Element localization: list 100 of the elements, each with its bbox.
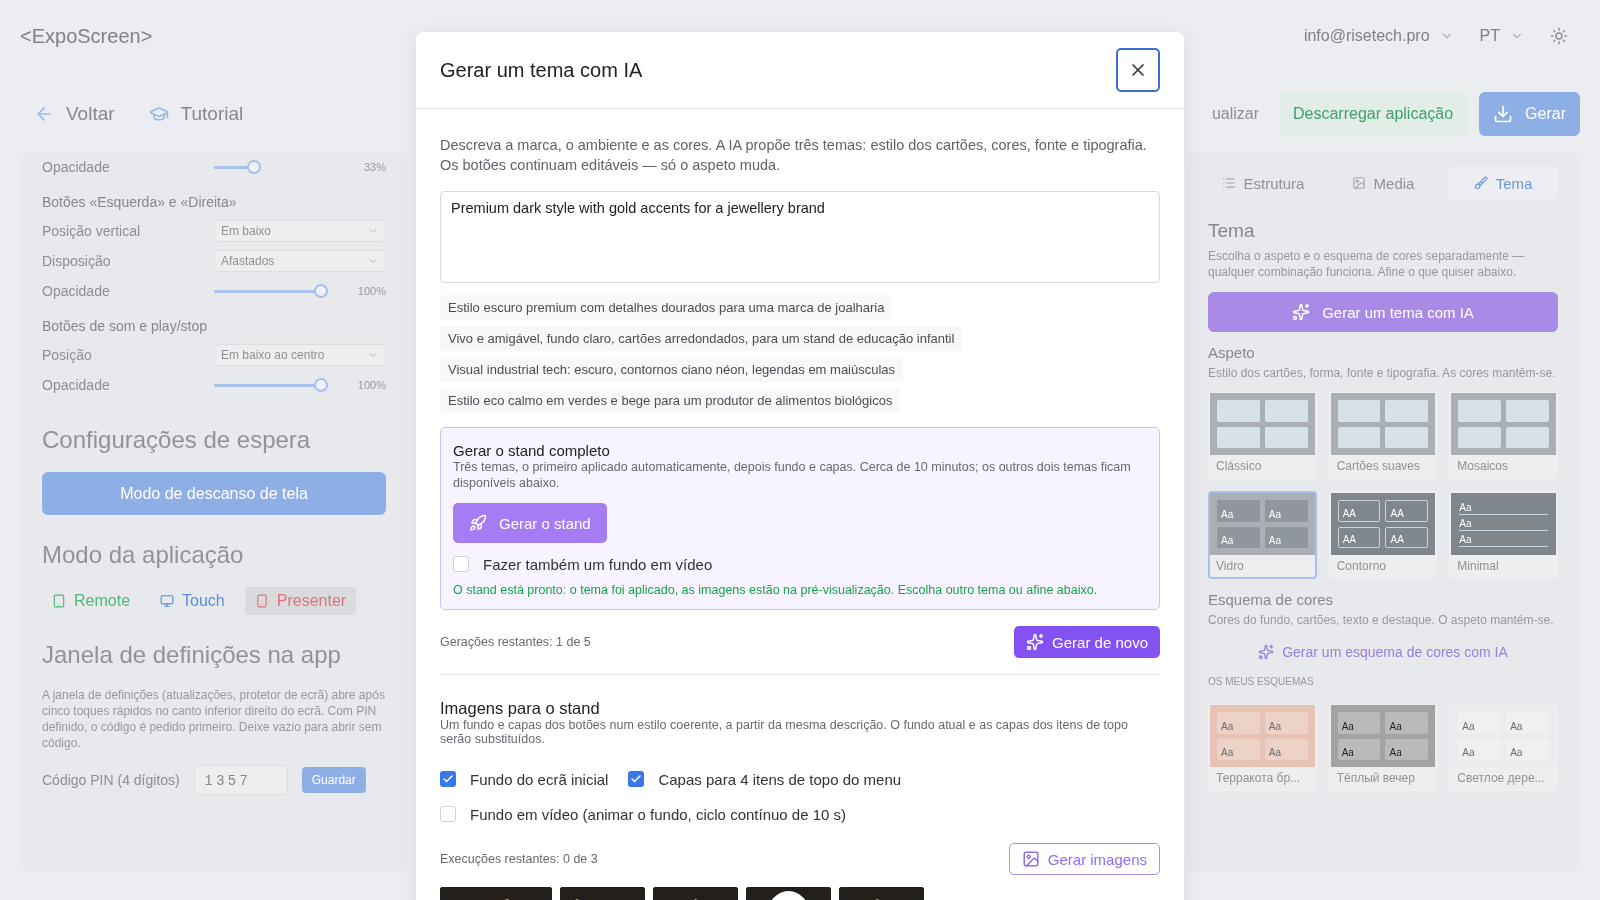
generate-stand-button[interactable]: Gerar o stand <box>453 503 607 543</box>
style-card[interactable]: Aa Aa Aa Aa Vidro <box>1208 491 1317 579</box>
dialog-intro: Descreva a marca, o ambiente e as cores. A IA propõe três temas: estilo dos cartões, cores, fonte e tipografia. Os botões continuam editáveis — só o aspeto muda. <box>440 136 1148 175</box>
checkbox[interactable] <box>440 771 456 787</box>
generate-button[interactable]: Gerar <box>1479 92 1580 136</box>
sample-text: Aa <box>1462 721 1475 732</box>
select-field[interactable]: Em baixo ao centro <box>214 344 386 366</box>
checkbox-label: Capas para 4 itens de topo do menu <box>658 770 902 788</box>
language-menu[interactable]: PT <box>1479 27 1524 45</box>
mode-tab[interactable]: Touch <box>150 587 235 615</box>
field-label: Opacidade <box>42 377 111 393</box>
panel-tab[interactable]: Media <box>1328 166 1438 200</box>
style-card[interactable]: AA AA AA AA Contorno <box>1328 491 1438 579</box>
slider-thumb[interactable] <box>247 160 261 174</box>
section-description: A janela de definições (atualizações, protetor de ecrã) abre após cinco toques rápidos no canto inferior direito do ecrã. Com PIN definido, o código é pedido primeiro. Deixe vazio para abrir sem código. <box>42 687 386 751</box>
style-card[interactable]: Mosaicos <box>1449 391 1558 479</box>
phone-icon <box>254 594 269 608</box>
rocket-icon <box>469 514 487 532</box>
scheme-card[interactable]: Aa Aa Aa Aa Тёплый вечер <box>1328 703 1438 791</box>
section-label: OS MEUS ESQUEMAS <box>1208 676 1315 687</box>
sample-text: Aa <box>1341 748 1354 758</box>
checkbox-label: Fundo do ecrã inicial <box>470 770 609 788</box>
sample-text: Aa <box>1221 748 1234 758</box>
panel-tab[interactable]: Tema <box>1448 166 1558 200</box>
slider-reading: 100% <box>357 379 386 391</box>
card-label: Cartões suaves <box>1335 458 1422 475</box>
section-title: Tema <box>1208 220 1256 242</box>
sample-text: Aa <box>1462 748 1475 758</box>
generate-images-button[interactable]: Gerar imagens <box>1008 843 1160 875</box>
graduation-cap-icon <box>148 104 169 124</box>
tutorial-link[interactable]: Tutorial <box>148 103 244 125</box>
suggestion-chip[interactable]: Vivo e amigável, fundo claro, cartões arredondados, para um stand de educação infantil <box>440 326 963 351</box>
pin-field[interactable]: 1 3 5 7 <box>193 765 288 795</box>
preview-button[interactable]: ualizar <box>1211 92 1267 136</box>
style-card[interactable]: Cartões suaves <box>1328 391 1438 479</box>
sample-text: AA <box>1390 508 1404 519</box>
sparkles-icon <box>1258 644 1275 660</box>
scheme-card[interactable]: Aa Aa Aa Aa Терракота бр... <box>1208 703 1317 791</box>
select-field[interactable]: Afastados <box>214 250 386 272</box>
checkbox[interactable] <box>628 771 645 787</box>
slider[interactable] <box>214 378 328 392</box>
checkbox-label: Fazer também um fundo em vídeo <box>483 555 713 573</box>
sun-icon[interactable] <box>1550 27 1568 45</box>
suggestion-chip[interactable]: Estilo escuro premium com detalhes dourados para uma marca de joalharia <box>440 295 893 320</box>
style-card[interactable]: Clássico <box>1208 391 1317 479</box>
checkbox[interactable] <box>453 556 469 572</box>
sample-text: Aa <box>1221 721 1234 732</box>
checkbox-label: Fundo em vídeo (animar o fundo, ciclo contínuo de 10 s) <box>470 805 847 823</box>
app-logo: <ExpoScreen> <box>20 23 154 49</box>
mode-tab[interactable]: Remote <box>42 587 141 615</box>
slider-thumb[interactable] <box>314 378 328 392</box>
slider[interactable] <box>214 284 328 298</box>
section-title: Imagens para o stand <box>440 699 601 718</box>
ai-colors-link[interactable]: Gerar um esquema de cores com IA <box>1208 644 1558 660</box>
section-title: Configurações de espera <box>42 426 312 454</box>
panel-tab[interactable]: Estrutura <box>1208 166 1318 200</box>
card-label: Contorno <box>1335 558 1388 575</box>
field-label: Opacidade <box>42 283 111 299</box>
field-label: Posição <box>42 347 93 363</box>
sample-text: Aa <box>1268 748 1282 758</box>
scheme-card[interactable]: Aa Aa Aa Aa Светлое дере... <box>1449 703 1558 791</box>
status-message: O stand está pronto: o tema foi aplicado, as imagens estão na pré-visualização. Escolha outro tema ou afine abaixo. <box>453 583 1099 597</box>
field-label: Código PIN (4 dígitos) <box>42 772 180 788</box>
sample-text: Aa <box>1268 509 1282 520</box>
slider-thumb[interactable] <box>314 284 328 298</box>
sparkles-icon <box>1026 633 1045 651</box>
close-button[interactable] <box>1116 48 1160 92</box>
section-title: Esquema de cores <box>1208 591 1335 608</box>
checkbox[interactable] <box>440 806 456 822</box>
sparkles-icon <box>1292 303 1311 321</box>
regenerate-button[interactable]: Gerar de novo <box>1014 626 1160 658</box>
mode-tab[interactable]: Presenter <box>244 587 357 615</box>
style-card[interactable]: Aa Aa Aa Minimal <box>1449 491 1558 579</box>
sample-text: Aa <box>1221 536 1234 546</box>
prompt-field[interactable]: Premium dark style with gold accents for a jewellery brand <box>440 191 1160 283</box>
card-label: Mosaicos <box>1456 458 1509 475</box>
card-label: Терракота бр... <box>1215 770 1302 787</box>
card-label: Minimal <box>1456 558 1500 575</box>
suggestion-chip[interactable]: Visual industrial tech: escuro, contornos ciano néon, legendas em maiúsculas <box>440 357 904 382</box>
card-label: Тёплый вечер <box>1335 770 1416 787</box>
sample-text: Aa <box>1510 721 1523 732</box>
save-button[interactable]: Guardar <box>301 767 366 793</box>
sample-text: AA <box>1342 535 1356 545</box>
brush-icon <box>1473 176 1488 190</box>
section-title: Aspeto <box>1208 344 1256 361</box>
suggestion-chip[interactable]: Estilo eco calmo em verdes e bege para um produtor de alimentos biológicos <box>440 388 901 413</box>
image-icon <box>1351 176 1366 190</box>
dialog-title: Gerar um tema com IA <box>440 58 643 82</box>
card-label: Светлое дере... <box>1456 770 1546 787</box>
monitor-icon <box>160 594 175 608</box>
list-icon <box>1221 176 1236 190</box>
back-link[interactable]: Voltar <box>34 103 115 125</box>
screensaver-button[interactable]: Modo de descanso de tela <box>42 472 386 515</box>
download-button[interactable]: Descarregar aplicação <box>1279 92 1468 136</box>
check-icon <box>630 773 643 785</box>
sample-text: Aa <box>1459 503 1472 513</box>
account-menu[interactable]: info@risetech.pro <box>1303 27 1454 45</box>
select-field[interactable]: Em baixo <box>214 220 386 242</box>
ai-theme-button[interactable]: Gerar um tema com IA <box>1208 292 1558 332</box>
sample-text: Aa <box>1268 721 1282 732</box>
